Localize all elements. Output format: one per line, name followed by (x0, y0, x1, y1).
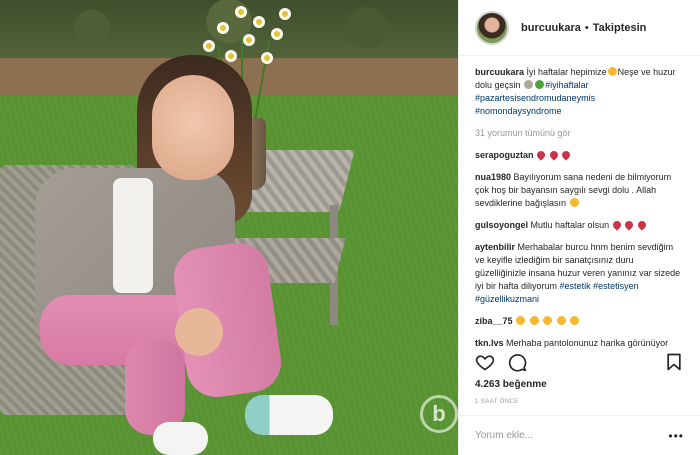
daisy (253, 16, 265, 28)
list-item: nua1980 Bayılıyorum sana nedeni de bilmi… (475, 171, 684, 210)
hands (175, 308, 223, 356)
daisy (235, 6, 247, 18)
heart-emoji-icon (535, 149, 547, 161)
list-item: ziba__75 (475, 315, 684, 328)
add-comment-bar: ••• (459, 415, 700, 455)
more-options-icon[interactable]: ••• (668, 429, 684, 443)
pink-pants (125, 340, 185, 435)
clover-emoji-icon (535, 80, 545, 89)
caption-username[interactable]: burcuukara (475, 67, 524, 77)
laugh-emoji-icon (529, 316, 539, 325)
list-item: aytenbilir Merhabalar burcu hnm benim se… (475, 241, 684, 306)
white-sneaker (245, 395, 333, 435)
comment-username[interactable]: ziba__75 (475, 316, 513, 326)
laugh-emoji-icon (543, 316, 553, 325)
hashtag-link[interactable]: #nomondaysyndrome (475, 106, 562, 116)
white-sneaker (153, 422, 208, 455)
heart-emoji-icon (623, 219, 635, 231)
heart-emoji-icon (610, 219, 623, 231)
separator-dot: • (584, 21, 589, 34)
laugh-emoji-icon (556, 316, 566, 325)
daisy (217, 22, 229, 34)
hashtag-link[interactable]: #pazartesisendromudaneymis (475, 93, 595, 103)
comment-username[interactable]: gulsoyongel (475, 220, 528, 230)
laugh-emoji-icon (516, 316, 526, 325)
daisy (271, 28, 283, 40)
comment-text: Merhaba pantolonunuz harika görünüyor ne… (506, 338, 669, 348)
bookmark-icon[interactable] (664, 352, 684, 372)
comment-username[interactable]: tkn.lvs (475, 338, 504, 348)
comment-username[interactable]: aytenbilir (475, 242, 515, 252)
laugh-emoji-icon (570, 316, 580, 325)
post-timestamp: 1 SAAT ÖNCE (475, 399, 519, 405)
smile-emoji-icon (607, 67, 617, 76)
comment-bubble-icon[interactable] (507, 352, 527, 372)
post-actions (475, 350, 684, 374)
comment-username[interactable]: serapoguztan (475, 150, 534, 160)
list-item: serapoguztan (475, 149, 684, 162)
comment-text: Mutlu haftalar olsun (530, 220, 610, 230)
header-username[interactable]: burcuukara (521, 22, 581, 34)
caption: burcuukara İyi haftalar hepimize Neşe ve … (475, 66, 684, 118)
heart-icon[interactable] (475, 352, 495, 372)
avatar[interactable] (475, 10, 509, 45)
woman-figure (25, 50, 345, 455)
face (152, 75, 234, 180)
post-side-panel: burcuukara • Takiptesin burcuukara İyi h… (458, 0, 700, 455)
bell-emoji-icon (524, 80, 534, 89)
caption-text: İyi haftalar hepimize (526, 67, 607, 77)
view-all-comments-link[interactable]: 31 yorumun tümünü gör (475, 127, 684, 140)
daisy (279, 8, 291, 20)
daisy (243, 34, 255, 46)
comment-input[interactable] (475, 430, 645, 441)
comments-list: burcuukara İyi haftalar hepimize Neşe ve … (459, 56, 700, 348)
follow-state-button[interactable]: Takiptesin (593, 22, 647, 34)
list-item: gulsoyongel Mutlu haftalar olsun (475, 219, 684, 232)
post-photo[interactable]: b (0, 0, 458, 455)
comment-username[interactable]: nua1980 (475, 172, 511, 182)
heart-emoji-icon (547, 149, 560, 161)
heart-emoji-icon (560, 149, 572, 161)
watermark-logo: b (420, 395, 458, 433)
smile-emoji-icon (569, 198, 579, 207)
list-item: tkn.lvs Merhaba pantolonunuz harika görü… (475, 337, 684, 348)
heart-emoji-icon (635, 219, 648, 231)
hashtag-link[interactable]: #iyihaftalar (545, 80, 589, 90)
white-shirt (113, 178, 153, 293)
post-header: burcuukara • Takiptesin (459, 0, 700, 56)
likes-count[interactable]: 4.263 beğenme (475, 379, 547, 390)
